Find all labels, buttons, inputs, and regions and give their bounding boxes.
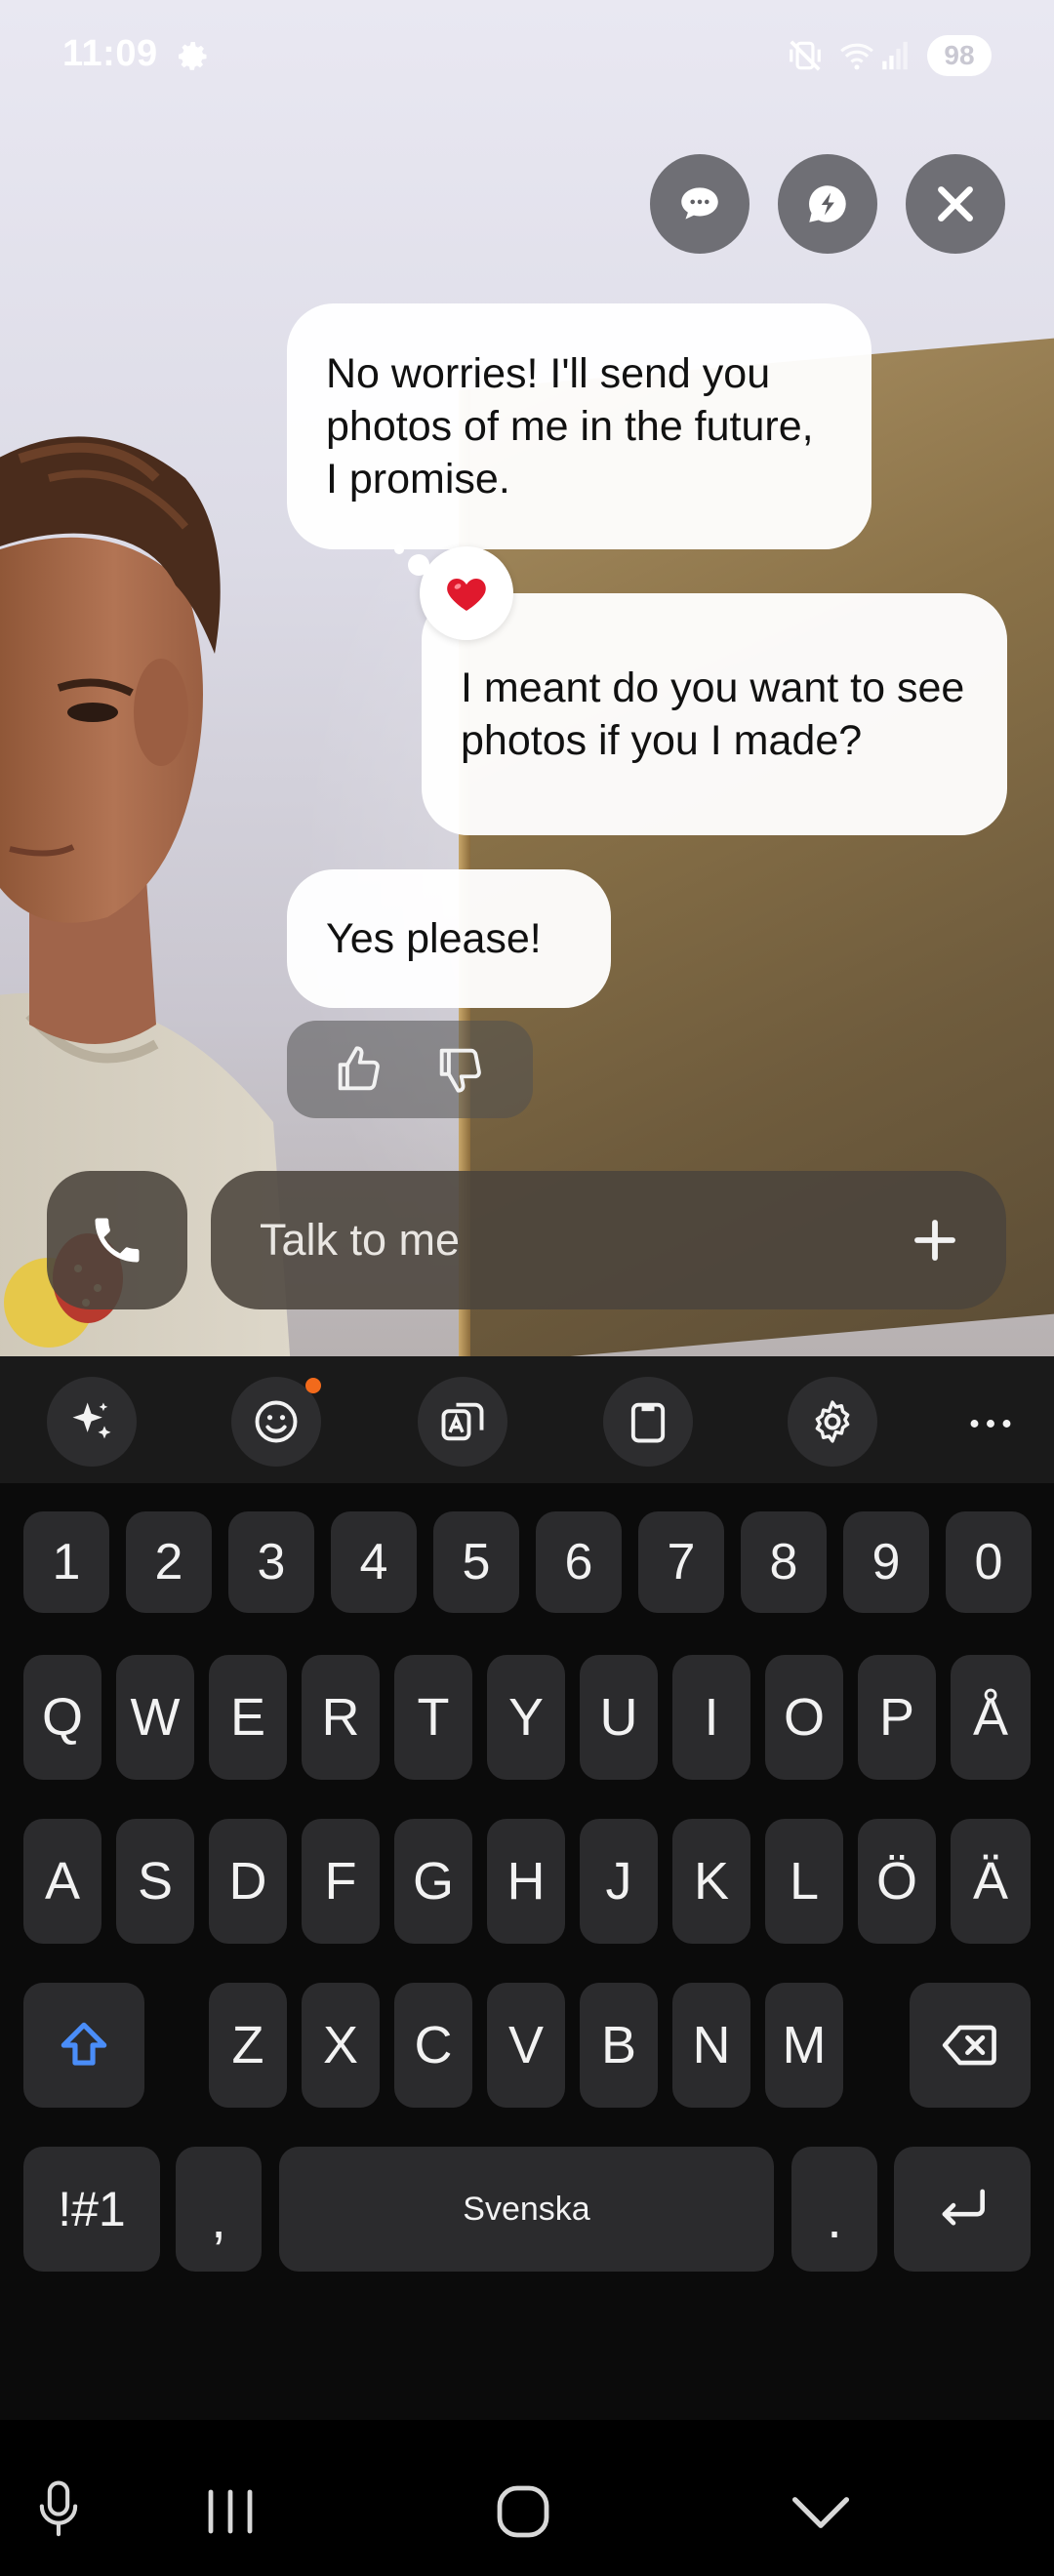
- key-y[interactable]: Y: [487, 1655, 565, 1780]
- key-w[interactable]: W: [116, 1655, 194, 1780]
- user-message-bubble[interactable]: I meant do you want to see photos if you…: [422, 593, 1007, 835]
- comma-key[interactable]: ,: [176, 2147, 262, 2272]
- notification-dot: [305, 1378, 321, 1393]
- key-i[interactable]: I: [672, 1655, 750, 1780]
- settings-icon: [815, 1400, 850, 1443]
- signal-icon: [882, 41, 908, 70]
- key-7[interactable]: 7: [638, 1511, 724, 1613]
- backspace-key[interactable]: [910, 1983, 1031, 2108]
- message-input-placeholder: Talk to me: [260, 1215, 461, 1265]
- key-o[interactable]: O: [765, 1655, 843, 1780]
- key-s[interactable]: S: [116, 1819, 194, 1944]
- ai-message-bubble[interactable]: Yes please!: [287, 869, 611, 1008]
- close-button[interactable]: [906, 154, 1005, 254]
- key-t[interactable]: T: [394, 1655, 472, 1780]
- key-f[interactable]: F: [302, 1819, 380, 1944]
- key-2[interactable]: 2: [126, 1511, 212, 1613]
- battery-icon: 98: [927, 35, 992, 76]
- key-8[interactable]: 8: [741, 1511, 827, 1613]
- key-x[interactable]: X: [302, 1983, 380, 2108]
- message-text: I meant do you want to see photos if you…: [461, 664, 965, 764]
- keyboard-settings-button[interactable]: [788, 1377, 877, 1467]
- backspace-icon: [942, 2025, 996, 2066]
- system-navigation-bar: [0, 2420, 1054, 2576]
- key-g[interactable]: G: [394, 1819, 472, 1944]
- call-button[interactable]: [47, 1171, 187, 1309]
- chat-mode-button[interactable]: [650, 154, 750, 254]
- plus-icon[interactable]: [909, 1214, 961, 1267]
- close-icon: [938, 186, 973, 221]
- key-a-ring[interactable]: Å: [951, 1655, 1031, 1780]
- key-5[interactable]: 5: [433, 1511, 519, 1613]
- ai-tools-button[interactable]: [47, 1377, 137, 1467]
- vibrate-mute-icon: [790, 40, 821, 71]
- key-m[interactable]: M: [765, 1983, 843, 2108]
- message-text: No worries! I'll send you photos of me i…: [326, 350, 814, 503]
- heart-reaction[interactable]: [394, 544, 513, 640]
- clipboard-button[interactable]: [603, 1377, 693, 1467]
- key-n[interactable]: N: [672, 1983, 750, 2108]
- ai-message-bubble[interactable]: No worries! I'll send you photos of me i…: [287, 303, 872, 549]
- message-feedback: [287, 1021, 533, 1118]
- key-0[interactable]: 0: [946, 1511, 1032, 1613]
- phone-icon: [95, 1218, 140, 1263]
- key-4[interactable]: 4: [331, 1511, 417, 1613]
- message-text: Yes please!: [326, 915, 542, 962]
- home-icon[interactable]: [494, 2482, 552, 2541]
- emoji-icon: [255, 1400, 298, 1443]
- key-d[interactable]: D: [209, 1819, 287, 1944]
- quick-reply-button[interactable]: [778, 154, 877, 254]
- more-options-button[interactable]: [952, 1389, 1030, 1458]
- key-b[interactable]: B: [580, 1983, 658, 2108]
- key-j[interactable]: J: [580, 1819, 658, 1944]
- settings-gear-icon: [179, 42, 207, 70]
- status-bar: 11:09 98: [0, 0, 1054, 112]
- key-q[interactable]: Q: [23, 1655, 101, 1780]
- clipboard-icon: [630, 1402, 666, 1443]
- wifi-icon: [840, 43, 873, 70]
- quick-reply-icon: [809, 185, 846, 222]
- heart-icon: [447, 579, 486, 611]
- keyboard-toolbar: [0, 1356, 1054, 1483]
- key-z[interactable]: Z: [209, 1983, 287, 2108]
- space-bar[interactable]: Svenska: [279, 2147, 774, 2272]
- key-l[interactable]: L: [765, 1819, 843, 1944]
- sparkle-ai-icon: [72, 1402, 111, 1439]
- enter-key[interactable]: [894, 2147, 1031, 2272]
- hide-keyboard-chevron-icon[interactable]: [789, 2490, 853, 2535]
- key-u[interactable]: U: [580, 1655, 658, 1780]
- chat-scene: 11:09 98 No worries! I'll send you photo…: [0, 0, 1054, 1356]
- key-e[interactable]: E: [209, 1655, 287, 1780]
- keyboard: 1 2 3 4 5 6 7 8 9 0 Q W E R T Y U I O P …: [0, 1356, 1054, 2420]
- key-6[interactable]: 6: [536, 1511, 622, 1613]
- thumbs-up-icon[interactable]: [331, 1041, 387, 1098]
- thumbs-down-icon[interactable]: [432, 1041, 489, 1098]
- key-k[interactable]: K: [672, 1819, 750, 1944]
- key-o-umlaut[interactable]: Ö: [858, 1819, 936, 1944]
- key-p[interactable]: P: [858, 1655, 936, 1780]
- key-c[interactable]: C: [394, 1983, 472, 2108]
- chat-bubble-icon: [681, 187, 718, 220]
- symbols-key[interactable]: !#1: [23, 2147, 160, 2272]
- key-v[interactable]: V: [487, 1983, 565, 2108]
- enter-return-icon: [942, 2189, 985, 2226]
- translate-icon: [441, 1402, 484, 1441]
- period-key[interactable]: .: [791, 2147, 877, 2272]
- key-r[interactable]: R: [302, 1655, 380, 1780]
- more-icon: [970, 1420, 1011, 1428]
- microphone-icon[interactable]: [31, 2478, 86, 2541]
- shift-arrow-icon: [61, 2022, 107, 2066]
- key-a[interactable]: A: [23, 1819, 101, 1944]
- message-input[interactable]: Talk to me: [211, 1171, 1006, 1309]
- key-9[interactable]: 9: [843, 1511, 929, 1613]
- shift-key[interactable]: [23, 1983, 144, 2108]
- translate-button[interactable]: [418, 1377, 507, 1467]
- key-a-umlaut[interactable]: Ä: [951, 1819, 1031, 1944]
- status-time: 11:09: [62, 33, 158, 74]
- key-3[interactable]: 3: [228, 1511, 314, 1613]
- key-1[interactable]: 1: [23, 1511, 109, 1613]
- recent-apps-icon[interactable]: [201, 2484, 260, 2539]
- key-h[interactable]: H: [487, 1819, 565, 1944]
